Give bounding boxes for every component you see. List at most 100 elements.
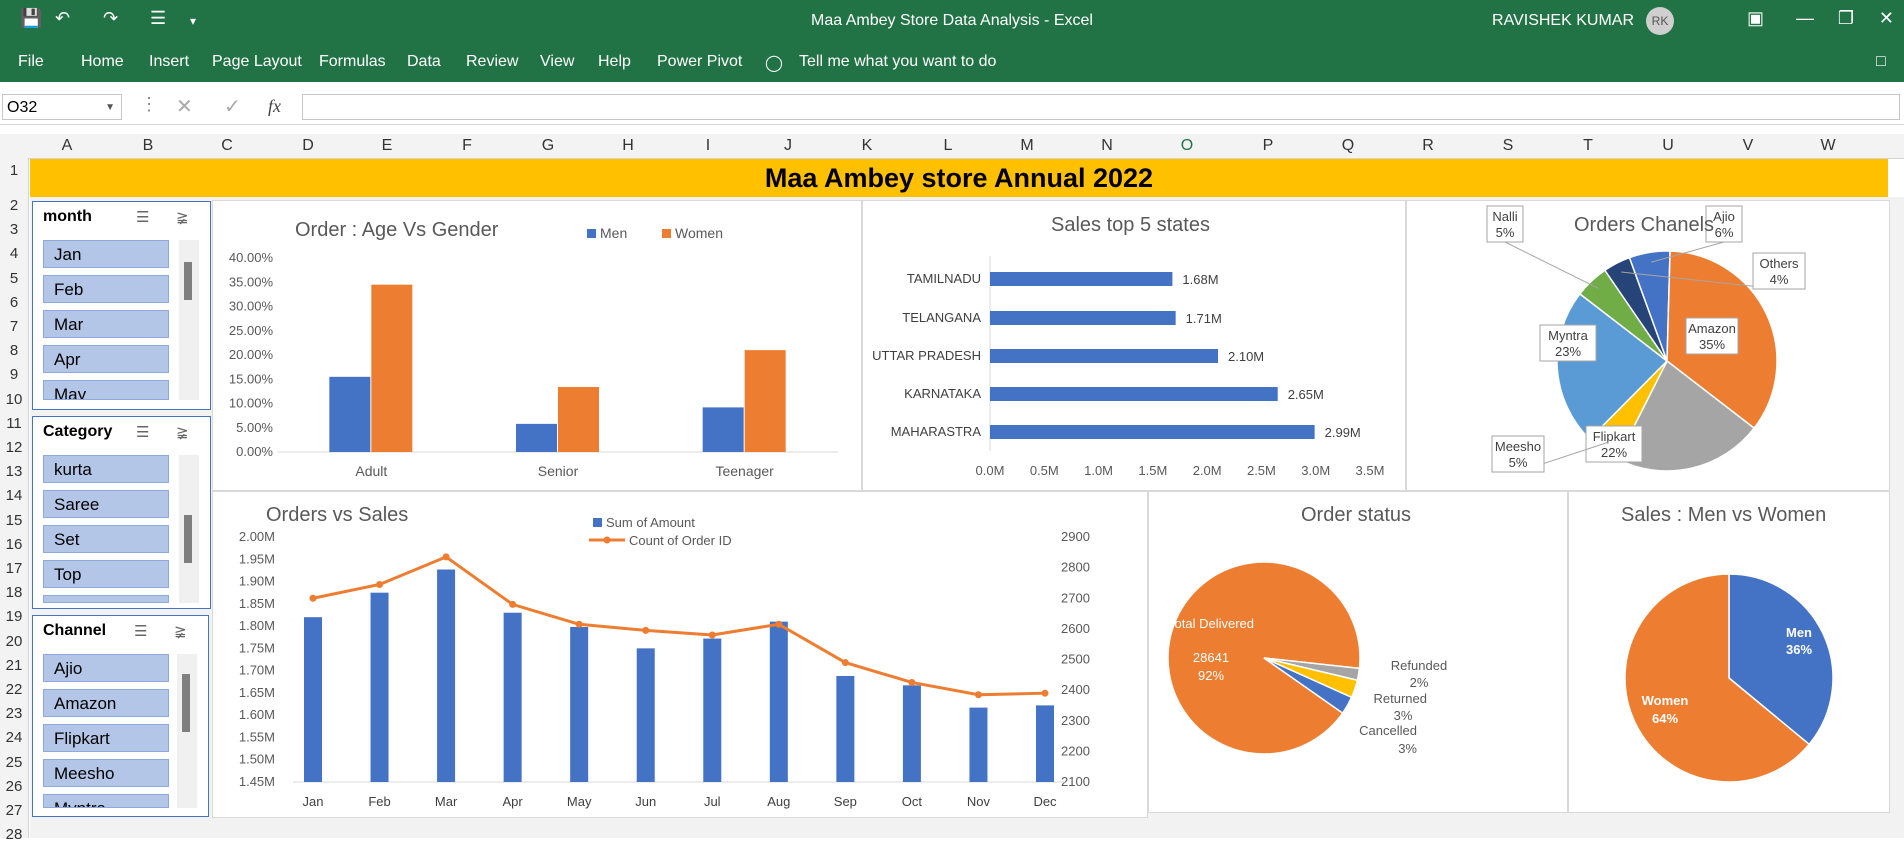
chevron-down-icon[interactable]: ▼ xyxy=(105,95,115,121)
row-header-1[interactable]: 1 xyxy=(0,162,28,179)
column-header-c[interactable]: C xyxy=(217,137,237,155)
slicer-month[interactable]: month ☰ ≩ Jan Feb Mar Apr May xyxy=(32,201,211,410)
multi-select-icon[interactable]: ☰ xyxy=(136,423,149,441)
restore-icon[interactable]: ❐ xyxy=(1838,8,1854,29)
clear-filter-icon[interactable]: ≩ xyxy=(176,423,189,441)
slicer-scrollbar[interactable] xyxy=(177,654,197,808)
chart-sales-gender[interactable]: Men 36% Women 64% Sales : Men vs Women xyxy=(1568,491,1890,813)
column-header-w[interactable]: W xyxy=(1818,137,1838,155)
slicer-item-jan[interactable]: Jan xyxy=(43,240,169,268)
row-header-4[interactable]: 4 xyxy=(0,245,28,262)
row-header-23[interactable]: 23 xyxy=(0,705,28,722)
enter-icon[interactable]: ✓ xyxy=(224,94,241,119)
tab-home[interactable]: Home xyxy=(81,53,124,71)
row-header-7[interactable]: 7 xyxy=(0,318,28,335)
tab-insert[interactable]: Insert xyxy=(149,53,189,71)
cancel-icon[interactable]: ✕ xyxy=(176,94,193,119)
clear-filter-icon[interactable]: ≩ xyxy=(176,208,189,226)
comments-icon[interactable]: □ xyxy=(1876,53,1886,71)
slicer-item-meesho[interactable]: Meesho xyxy=(43,759,169,787)
row-header-12[interactable]: 12 xyxy=(0,439,28,456)
chart-age-gender[interactable]: 0.00% 5.00% 10.00% 15.00% 20.00% 25.00% 30.00%… xyxy=(212,200,862,491)
slicer-item-mar[interactable]: Mar xyxy=(43,310,169,338)
column-header-i[interactable]: I xyxy=(698,137,718,155)
tab-file[interactable]: File xyxy=(18,53,44,71)
chart-top-states[interactable]: TAMILNADU 1.68M TELANGANA 1.71M UTTAR PRADES… xyxy=(862,200,1406,491)
column-header-o[interactable]: O xyxy=(1177,137,1197,155)
row-header-20[interactable]: 20 xyxy=(0,633,28,650)
row-header-13[interactable]: 13 xyxy=(0,463,28,480)
slicer-item-feb[interactable]: Feb xyxy=(43,275,169,303)
close-icon[interactable]: ✕ xyxy=(1879,8,1894,29)
row-header-17[interactable]: 17 xyxy=(0,560,28,577)
row-header-25[interactable]: 25 xyxy=(0,754,28,771)
slicer-item-myntra[interactable]: Myntra xyxy=(43,794,169,808)
row-header-18[interactable]: 18 xyxy=(0,584,28,601)
row-header-28[interactable]: 28 xyxy=(0,826,28,843)
chart-order-status[interactable]: Total Delivered 28641 92% Refunded 2% Returne… xyxy=(1148,491,1568,813)
multi-select-icon[interactable]: ☰ xyxy=(136,208,149,226)
row-header-14[interactable]: 14 xyxy=(0,487,28,504)
row-header-9[interactable]: 9 xyxy=(0,366,28,383)
tab-view[interactable]: View xyxy=(540,53,574,71)
slicer-item-apr[interactable]: Apr xyxy=(43,345,169,373)
column-header-g[interactable]: G xyxy=(538,137,558,155)
column-header-s[interactable]: S xyxy=(1498,137,1518,155)
insert-function-icon[interactable]: fx xyxy=(268,96,281,117)
column-header-j[interactable]: J xyxy=(778,137,798,155)
column-header-p[interactable]: P xyxy=(1258,137,1278,155)
column-header-m[interactable]: M xyxy=(1017,137,1037,155)
row-header-10[interactable]: 10 xyxy=(0,391,28,408)
slicer-item-ajio[interactable]: Ajio xyxy=(43,654,169,682)
column-header-a[interactable]: A xyxy=(57,137,77,155)
row-header-21[interactable]: 21 xyxy=(0,657,28,674)
column-header-l[interactable]: L xyxy=(938,137,958,155)
user-name[interactable]: RAVISHEK KUMAR xyxy=(1492,12,1634,30)
slicer-item-top[interactable]: Top xyxy=(43,560,169,588)
row-header-5[interactable]: 5 xyxy=(0,270,28,287)
slicer-category[interactable]: Category ☰ ≩ kurta Saree Set Top xyxy=(32,416,211,609)
clear-filter-icon[interactable]: ≩ xyxy=(174,622,187,640)
column-header-d[interactable]: D xyxy=(298,137,318,155)
slicer-scrollbar[interactable] xyxy=(179,240,199,400)
slicer-item-more[interactable] xyxy=(43,595,169,603)
slicer-channel[interactable]: Channel ☰ ≩ Ajio Amazon Flipkart Meesho … xyxy=(32,615,209,817)
column-header-b[interactable]: B xyxy=(138,137,158,155)
tab-power-pivot[interactable]: Power Pivot xyxy=(657,53,742,71)
column-header-h[interactable]: H xyxy=(618,137,638,155)
row-header-3[interactable]: 3 xyxy=(0,221,28,238)
chart-orders-vs-sales[interactable]: 1.45M 1.50M 1.55M 1.60M 1.65M 1.70M 1.75M 1.80M… xyxy=(212,491,1148,818)
row-header-19[interactable]: 19 xyxy=(0,608,28,625)
column-header-k[interactable]: K xyxy=(857,137,877,155)
formula-input[interactable] xyxy=(302,94,1900,120)
tab-review[interactable]: Review xyxy=(466,53,518,71)
row-header-27[interactable]: 27 xyxy=(0,802,28,819)
column-header-t[interactable]: T xyxy=(1578,137,1598,155)
row-header-22[interactable]: 22 xyxy=(0,681,28,698)
minimize-icon[interactable]: — xyxy=(1796,8,1814,29)
column-header-f[interactable]: F xyxy=(457,137,477,155)
row-header-26[interactable]: 26 xyxy=(0,778,28,795)
column-header-q[interactable]: Q xyxy=(1338,137,1358,155)
slicer-item-set[interactable]: Set xyxy=(43,525,169,553)
row-header-6[interactable]: 6 xyxy=(0,294,28,311)
row-header-16[interactable]: 16 xyxy=(0,536,28,553)
name-box[interactable]: O32 ▼ xyxy=(2,94,122,120)
tell-me-search[interactable]: Tell me what you want to do xyxy=(799,53,996,71)
column-header-r[interactable]: R xyxy=(1418,137,1438,155)
tab-data[interactable]: Data xyxy=(407,53,441,71)
avatar[interactable]: RK xyxy=(1646,7,1674,35)
ribbon-display-icon[interactable]: ▣ xyxy=(1747,8,1764,29)
tab-page-layout[interactable]: Page Layout xyxy=(212,53,302,71)
row-header-15[interactable]: 15 xyxy=(0,512,28,529)
slicer-item-saree[interactable]: Saree xyxy=(43,490,169,518)
chart-order-channels[interactable]: Ajio 6% Amazon 35% Flipkart 22% Meesho 5% Myntra… xyxy=(1406,200,1890,491)
row-header-2[interactable]: 2 xyxy=(0,197,28,214)
row-header-24[interactable]: 24 xyxy=(0,729,28,746)
column-header-u[interactable]: U xyxy=(1658,137,1678,155)
slicer-item-flipkart[interactable]: Flipkart xyxy=(43,724,169,752)
column-header-n[interactable]: N xyxy=(1097,137,1117,155)
tab-help[interactable]: Help xyxy=(598,53,631,71)
tab-formulas[interactable]: Formulas xyxy=(319,53,386,71)
slicer-item-may[interactable]: May xyxy=(43,380,169,400)
